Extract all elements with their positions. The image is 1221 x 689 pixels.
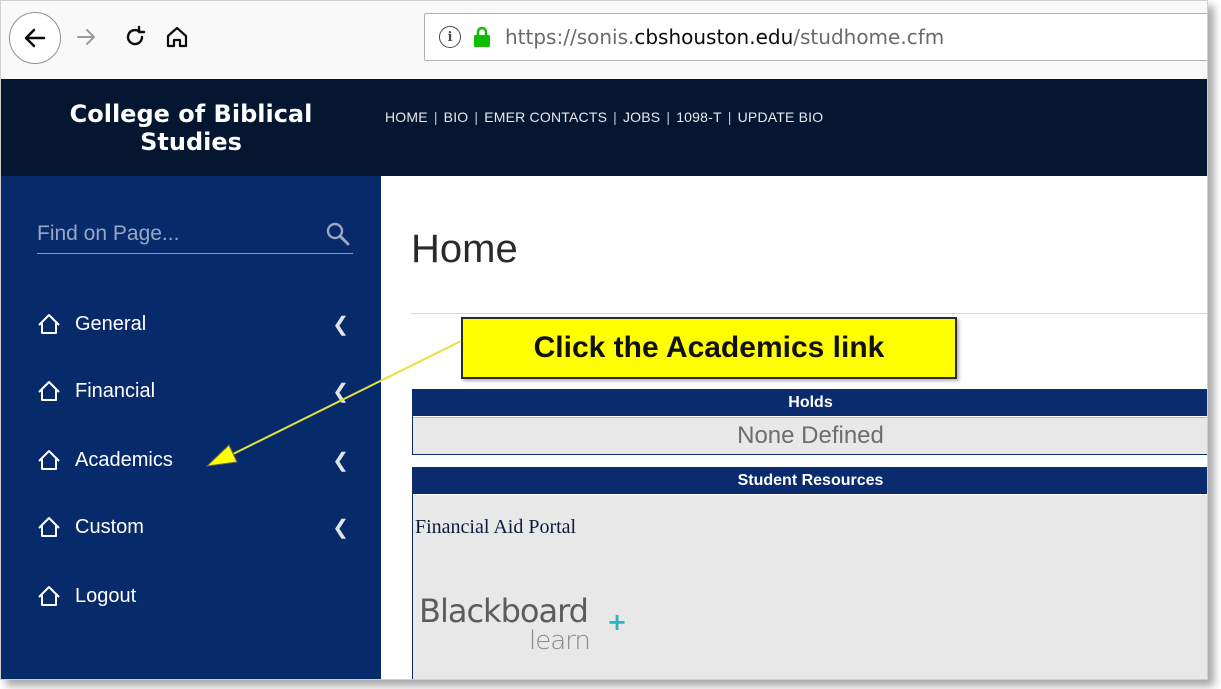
- forward-button[interactable]: [71, 21, 103, 53]
- instruction-callout: Click the Academics link: [461, 317, 957, 379]
- holds-value: None Defined: [413, 417, 1207, 454]
- chevron-left-icon[interactable]: ❮: [332, 312, 349, 337]
- info-icon[interactable]: i: [439, 26, 461, 48]
- holds-heading: Holds: [413, 390, 1207, 417]
- sidebar-item-custom[interactable]: Custom ❮: [37, 509, 357, 545]
- student-resources-heading: Student Resources: [413, 468, 1207, 495]
- find-on-page-input[interactable]: [37, 219, 317, 249]
- holds-panel: Holds None Defined: [412, 389, 1207, 455]
- house-icon: [38, 450, 60, 470]
- blackboard-logo-text: Blackboard: [419, 592, 589, 630]
- chevron-left-icon[interactable]: ❮: [332, 515, 349, 540]
- nav-emer-contacts[interactable]: EMER CONTACTS: [484, 109, 607, 125]
- sidebar-item-label: Academics: [75, 448, 173, 471]
- student-resources-panel: Student Resources Financial Aid Portal B…: [412, 467, 1207, 679]
- sidebar-item-academics[interactable]: Academics ❮: [37, 442, 357, 478]
- url-text: https://sonis.cbshouston.edu/studhome.cf…: [505, 25, 945, 49]
- browser-toolbar: i https://sonis.cbshouston.edu/studhome.…: [1, 1, 1207, 80]
- blackboard-learn-logo[interactable]: Blackboard learn +: [419, 592, 627, 656]
- url-bar[interactable]: i https://sonis.cbshouston.edu/studhome.…: [424, 13, 1207, 61]
- reload-icon: [126, 25, 146, 46]
- reload-button[interactable]: [119, 21, 151, 53]
- search-icon[interactable]: [325, 221, 351, 247]
- house-icon: [38, 381, 60, 401]
- sidebar-item-label: Logout: [75, 584, 137, 607]
- top-nav: HOME | BIO | EMER CONTACTS | JOBS | 1098-T | UPDAT…: [385, 109, 823, 129]
- nav-1098t[interactable]: 1098-T: [676, 109, 722, 125]
- learn-logo-text: learn: [529, 626, 591, 656]
- nav-separator: |: [433, 109, 438, 125]
- title-divider: [411, 313, 1207, 314]
- lock-icon: [474, 26, 490, 47]
- chevron-left-icon[interactable]: ❮: [332, 448, 349, 473]
- plus-icon: +: [607, 608, 628, 636]
- home-icon: [166, 26, 188, 48]
- house-icon: [38, 586, 60, 606]
- nav-bio[interactable]: BIO: [444, 109, 469, 125]
- forward-arrow-icon: [77, 29, 95, 45]
- chevron-left-icon[interactable]: ❮: [332, 379, 349, 404]
- nav-home[interactable]: HOME: [385, 109, 428, 125]
- nav-update-bio[interactable]: UPDATE BIO: [738, 109, 824, 125]
- home-button[interactable]: [161, 21, 193, 53]
- nav-separator: |: [613, 109, 617, 125]
- nav-separator: |: [727, 109, 732, 125]
- nav-separator: |: [666, 109, 671, 125]
- site-brand[interactable]: College of Biblical Studies: [1, 79, 381, 176]
- page-title: Home: [411, 227, 518, 271]
- house-icon: [38, 517, 60, 537]
- house-icon: [38, 314, 60, 334]
- financial-aid-portal-link[interactable]: Financial Aid Portal: [415, 516, 576, 539]
- sidebar-item-logout[interactable]: Logout: [37, 578, 357, 614]
- back-button[interactable]: [9, 12, 61, 64]
- sidebar-item-general[interactable]: General ❮: [37, 306, 357, 342]
- back-arrow-icon: [24, 28, 46, 48]
- sidebar-item-label: Financial: [75, 379, 156, 402]
- nav-separator: |: [474, 109, 479, 125]
- find-on-page: [37, 219, 353, 254]
- nav-jobs[interactable]: JOBS: [623, 109, 660, 125]
- sidebar-item-label: Custom: [75, 515, 144, 538]
- sidebar-item-financial[interactable]: Financial ❮: [37, 373, 357, 409]
- browser-window: i https://sonis.cbshouston.edu/studhome.…: [0, 0, 1208, 680]
- sidebar-item-label: General: [75, 312, 147, 335]
